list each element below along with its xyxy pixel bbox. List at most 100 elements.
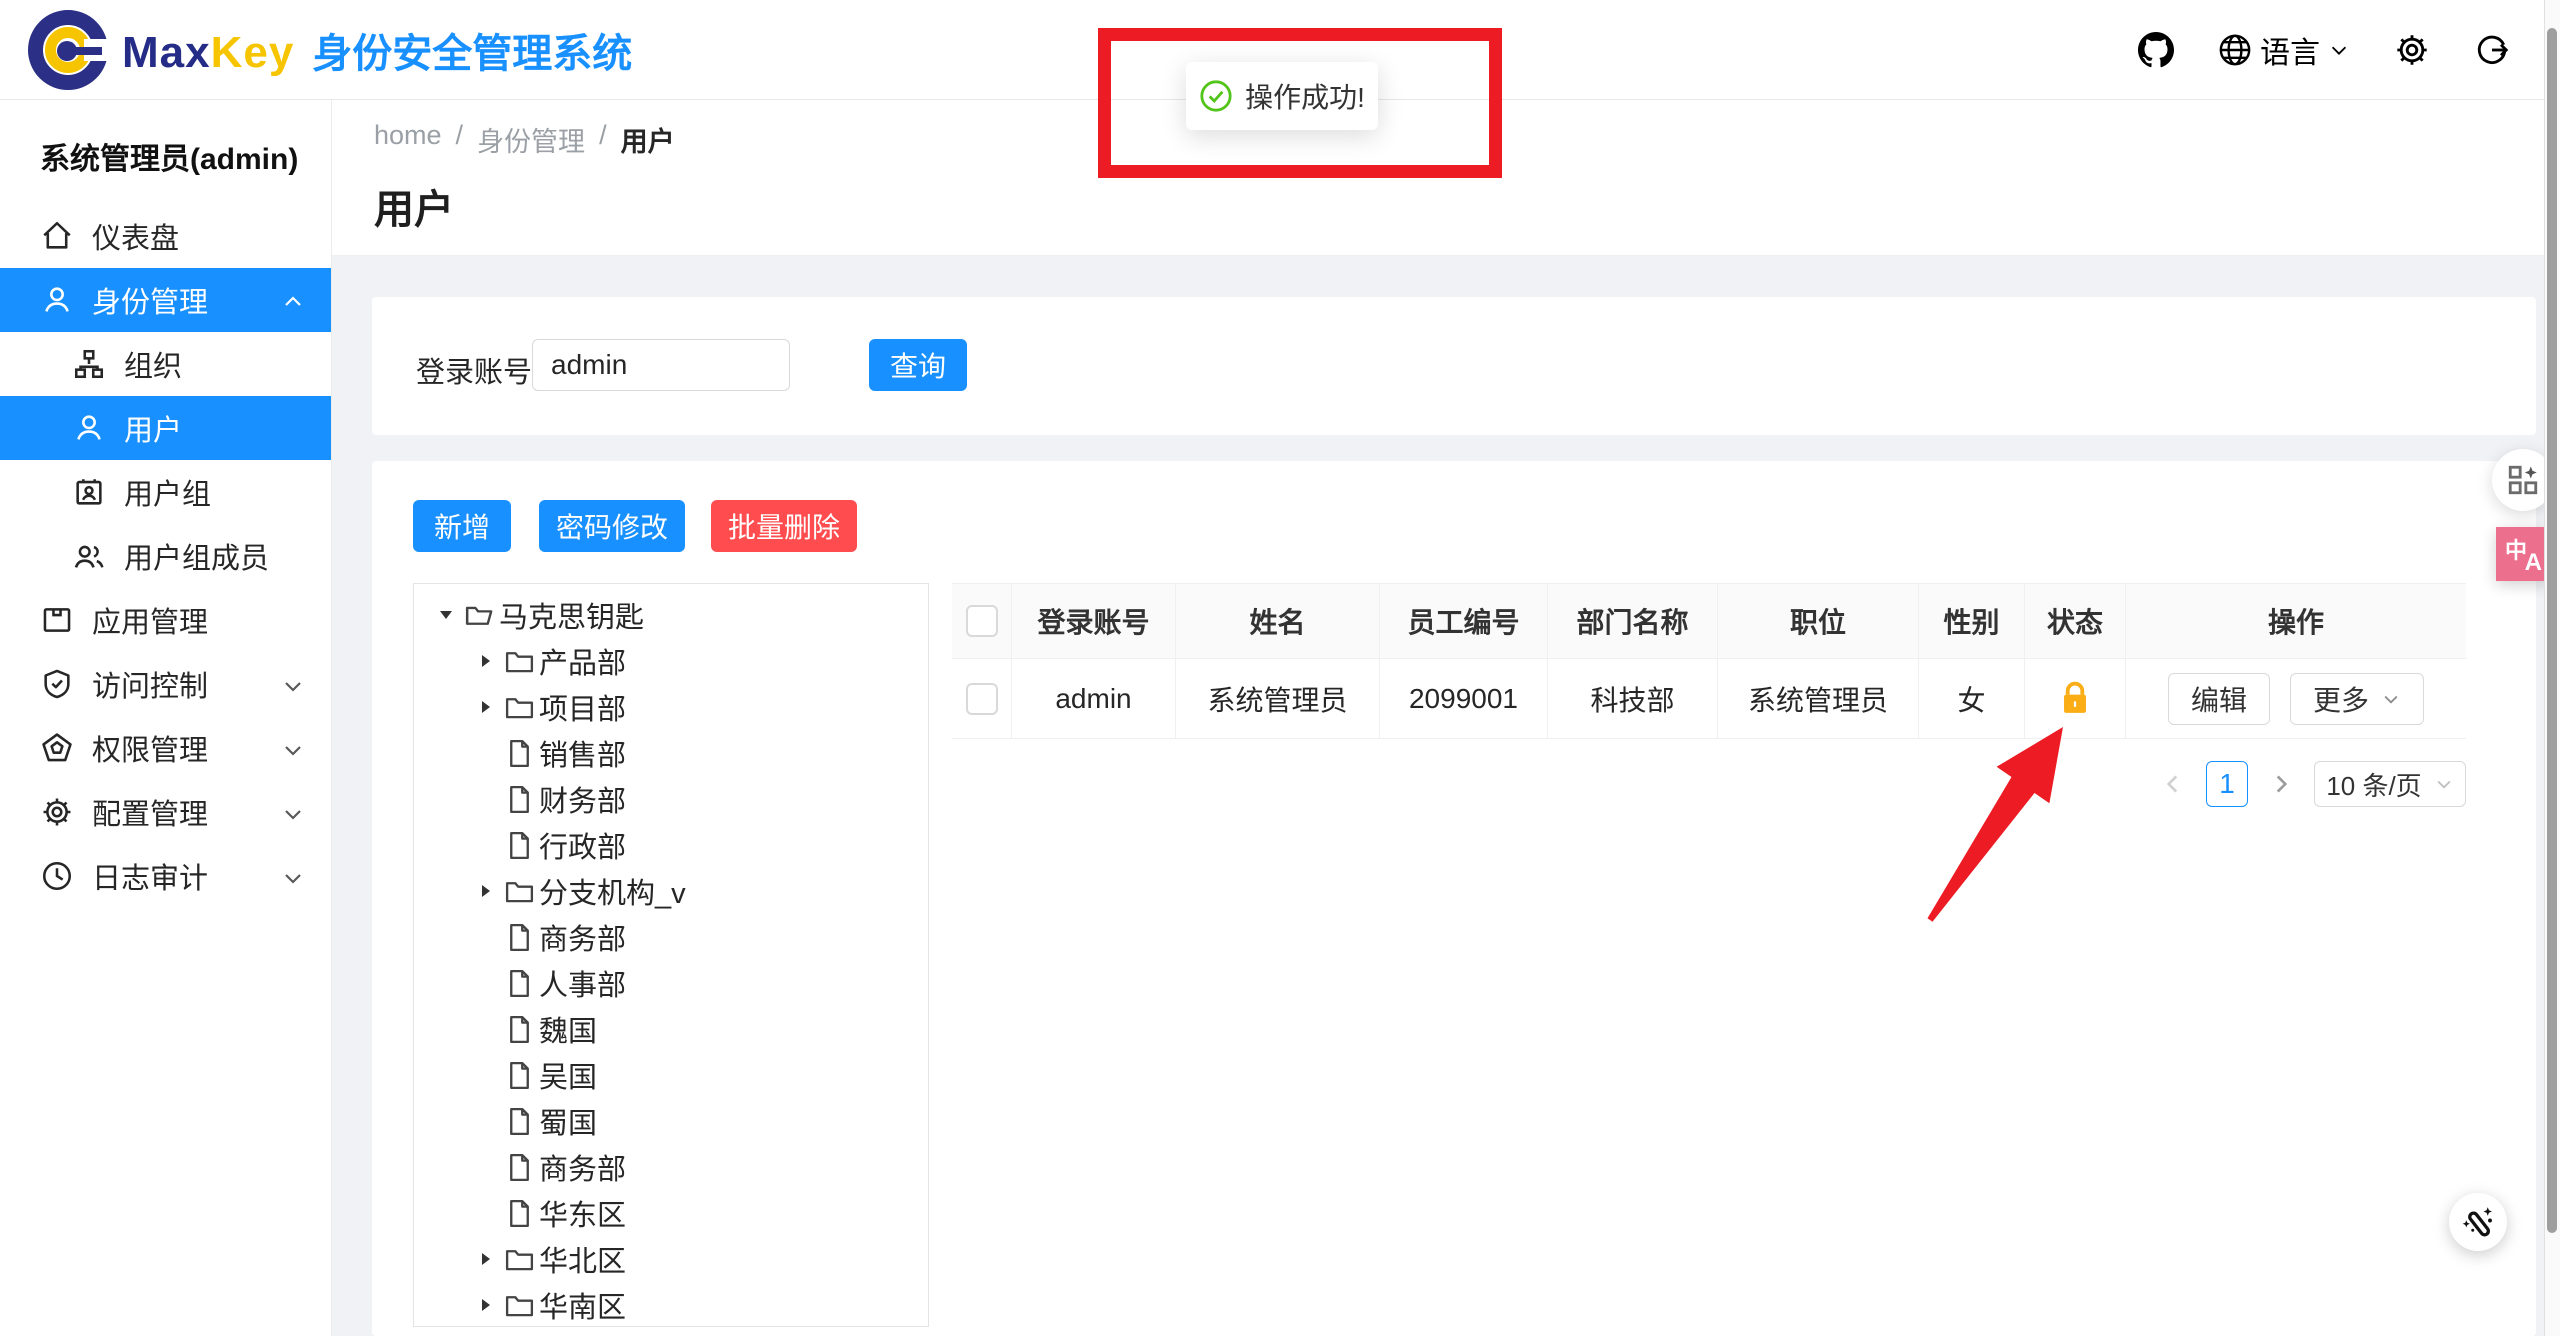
sidebar-item-usergroup[interactable]: 用户组	[0, 460, 331, 524]
page-header-band: home / 身份管理 / 用户 用户	[332, 100, 2560, 256]
row-checkbox[interactable]	[966, 683, 998, 715]
login-account-input[interactable]	[532, 339, 790, 391]
pagination: 1 10 条/页	[2160, 761, 2466, 807]
sidebar-item-org[interactable]: 组织	[0, 332, 331, 396]
more-button[interactable]: 更多	[2290, 673, 2424, 725]
file-icon	[503, 1059, 536, 1092]
scrollbar-thumb[interactable]	[2547, 28, 2557, 1233]
caret-right-icon[interactable]	[469, 697, 503, 717]
add-button[interactable]: 新增	[413, 500, 511, 552]
column-header-gender: 性别	[1919, 583, 2025, 659]
page-number-button[interactable]: 1	[2206, 761, 2248, 807]
file-icon	[503, 967, 536, 1000]
tree-node-root[interactable]: 马克思钥匙	[414, 592, 928, 638]
maxkey-logo-icon[interactable]	[28, 10, 108, 90]
edit-button[interactable]: 编辑	[2168, 673, 2270, 725]
chevron-down-icon	[2434, 774, 2454, 794]
translate-button[interactable]: 中 A	[2496, 527, 2550, 581]
brand-key: Key	[211, 28, 295, 78]
next-page-icon[interactable]	[2268, 771, 2294, 797]
tree-node[interactable]: 华东区	[414, 1190, 928, 1236]
home-icon	[40, 219, 74, 253]
file-icon	[503, 737, 536, 770]
github-icon[interactable]	[2138, 32, 2174, 68]
tree-node[interactable]: 行政部	[414, 822, 928, 868]
lock-status-icon[interactable]	[2057, 680, 2093, 718]
breadcrumb-separator: /	[599, 120, 607, 159]
tree-node-label: 行政部	[539, 824, 626, 866]
cell-position: 系统管理员	[1718, 659, 1919, 739]
check-circle-icon	[1199, 79, 1233, 113]
browser-scrollbar[interactable]	[2544, 0, 2560, 1336]
caret-right-icon[interactable]	[469, 881, 503, 901]
tree-node-label: 商务部	[539, 916, 626, 958]
tree-node-label: 项目部	[539, 686, 626, 728]
sidebar-item-label: 权限管理	[92, 727, 208, 769]
tree-node[interactable]: 商务部	[414, 1144, 928, 1190]
language-switcher[interactable]: 语言	[2218, 28, 2350, 72]
prev-page-icon[interactable]	[2160, 771, 2186, 797]
tree-node[interactable]: 项目部	[414, 684, 928, 730]
sidebar-item-usergroup-member[interactable]: 用户组成员	[0, 524, 331, 588]
logout-icon[interactable]	[2474, 32, 2510, 68]
breadcrumb-identity[interactable]: 身份管理	[477, 120, 585, 159]
tree-node[interactable]: 吴国	[414, 1052, 928, 1098]
gear-icon	[40, 795, 74, 829]
page-size-select[interactable]: 10 条/页	[2314, 761, 2466, 807]
tree-node[interactable]: 华南区	[414, 1282, 928, 1327]
caret-right-icon[interactable]	[469, 1249, 503, 1269]
user-table: 登录账号 姓名 员工编号 部门名称 职位 性别 状态 操作 admin 系统管理…	[952, 583, 2466, 739]
sidebar-item-label: 应用管理	[92, 599, 208, 641]
tree-node-label: 马克思钥匙	[499, 594, 644, 636]
sidebar-item-access[interactable]: 访问控制	[0, 652, 331, 716]
user-icon	[40, 283, 74, 317]
sidebar-item-audit[interactable]: 日志审计	[0, 844, 331, 908]
chevron-down-icon	[281, 866, 305, 890]
app-title: 身份安全管理系统	[312, 21, 632, 79]
tree-node[interactable]: 魏国	[414, 1006, 928, 1052]
select-all-checkbox[interactable]	[966, 605, 998, 637]
tree-node[interactable]: 销售部	[414, 730, 928, 776]
breadcrumb-current: 用户	[621, 120, 675, 159]
tree-node-label: 华东区	[539, 1192, 626, 1234]
sidebar-item-dashboard[interactable]: 仪表盘	[0, 204, 331, 268]
team-icon	[72, 539, 106, 573]
sidebar-item-config[interactable]: 配置管理	[0, 780, 331, 844]
batch-delete-button[interactable]: 批量删除	[711, 500, 857, 552]
tree-node[interactable]: 商务部	[414, 914, 928, 960]
tree-node-label: 华北区	[539, 1238, 626, 1280]
sidebar-item-label: 仪表盘	[92, 215, 179, 257]
success-toast: 操作成功!	[1186, 62, 1378, 130]
tree-node-label: 魏国	[539, 1008, 597, 1050]
org-tree: 马克思钥匙 产品部 项目部 销售部 财务部	[413, 583, 929, 1327]
sidebar-item-permission[interactable]: 权限管理	[0, 716, 331, 780]
tree-node[interactable]: 产品部	[414, 638, 928, 684]
breadcrumb-home[interactable]: home	[374, 120, 442, 159]
column-header-employee-no: 员工编号	[1380, 583, 1548, 659]
caret-right-icon[interactable]	[469, 1295, 503, 1315]
magic-wand-button[interactable]	[2449, 1193, 2507, 1251]
tree-node[interactable]: 蜀国	[414, 1098, 928, 1144]
change-password-button[interactable]: 密码修改	[539, 500, 685, 552]
tree-node[interactable]: 人事部	[414, 960, 928, 1006]
tree-node-label: 人事部	[539, 962, 626, 1004]
toast-message: 操作成功!	[1245, 76, 1365, 116]
contacts-icon	[72, 475, 106, 509]
tree-node[interactable]: 财务部	[414, 776, 928, 822]
tree-node[interactable]: 分支机构_v	[414, 868, 928, 914]
folder-icon	[503, 875, 536, 908]
breadcrumb-separator: /	[456, 120, 464, 159]
folder-icon	[503, 691, 536, 724]
tree-node[interactable]: 华北区	[414, 1236, 928, 1282]
folder-icon	[503, 645, 536, 678]
sidebar-item-app[interactable]: 应用管理	[0, 588, 331, 652]
caret-down-icon[interactable]	[429, 605, 463, 625]
file-icon	[503, 783, 536, 816]
query-button[interactable]: 查询	[869, 339, 967, 391]
login-account-label: 登录账号:	[416, 349, 540, 391]
settings-gear-icon[interactable]	[2394, 32, 2430, 68]
sidebar-item-user[interactable]: 用户	[0, 396, 331, 460]
current-user-label: 系统管理员(admin)	[0, 100, 331, 204]
sidebar-item-identity[interactable]: 身份管理	[0, 268, 331, 332]
caret-right-icon[interactable]	[469, 651, 503, 671]
